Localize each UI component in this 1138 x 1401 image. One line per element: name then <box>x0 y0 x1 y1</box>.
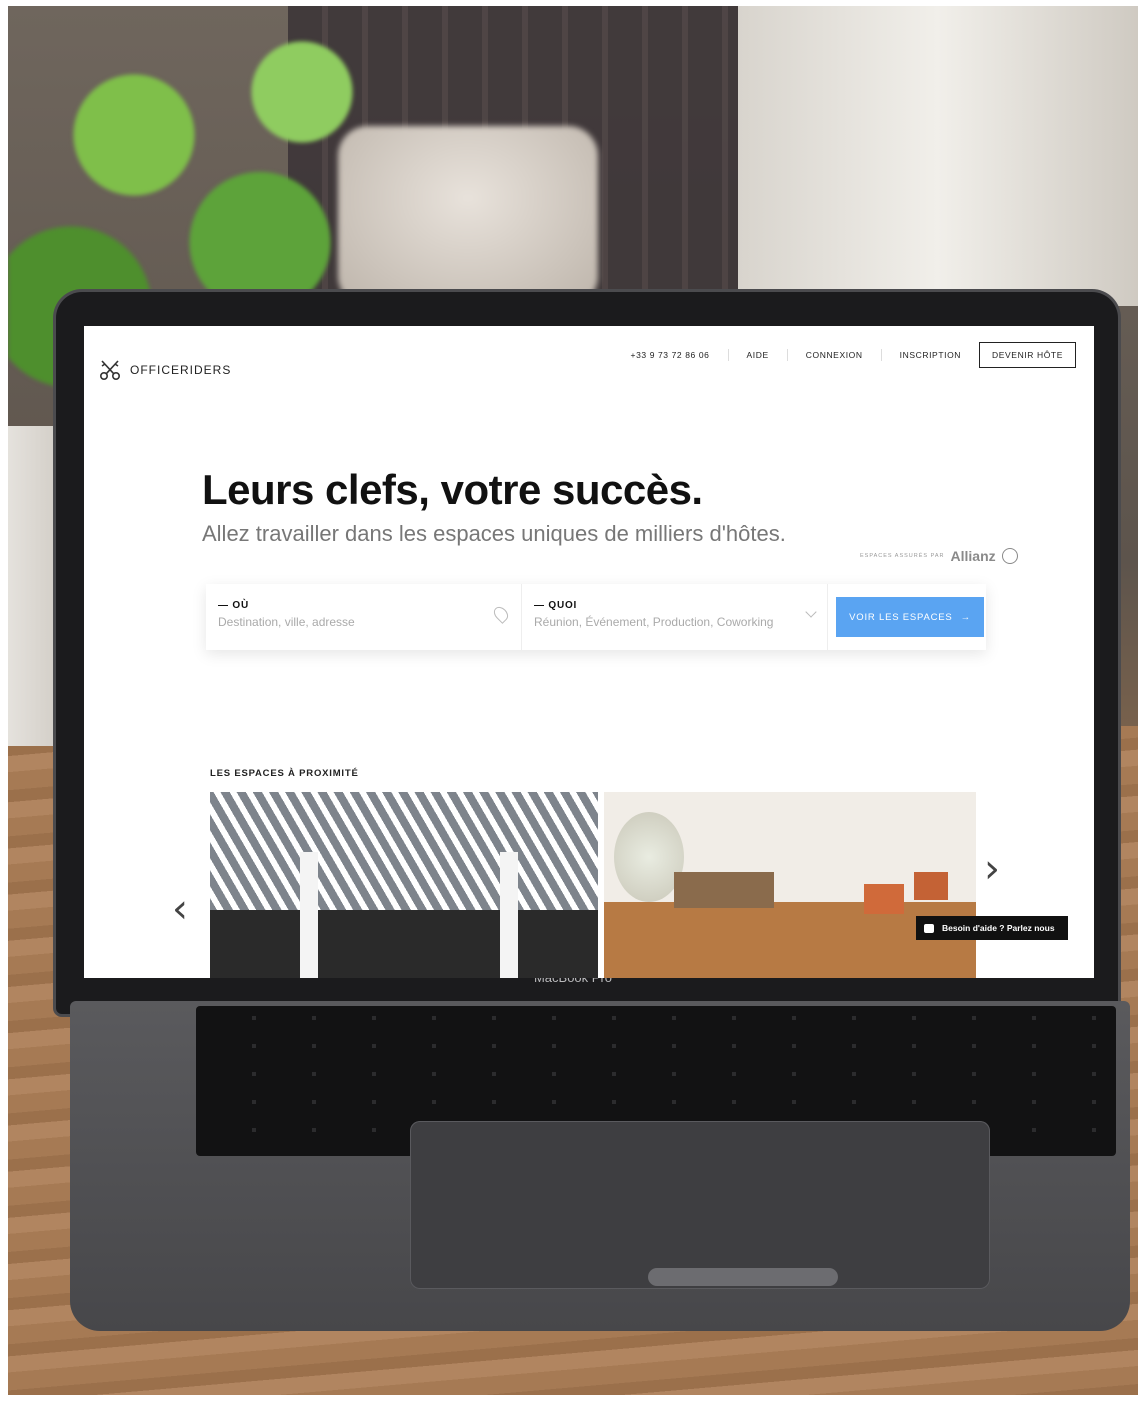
carousel-prev-button[interactable]: ‹ <box>172 886 188 932</box>
become-host-button[interactable]: DEVENIR HÔTE <box>979 342 1076 368</box>
nav-divider <box>786 349 788 361</box>
help-link[interactable]: AIDE <box>743 350 773 360</box>
search-bar: — OÙ Destination, ville, adresse — QUOI … <box>206 584 986 650</box>
what-label: — QUOI <box>534 600 578 611</box>
insurance-text: ESPACES ASSURÉS PAR <box>860 553 945 559</box>
space-card-loft[interactable] <box>210 792 598 978</box>
background-shelf <box>738 6 1138 306</box>
nav-links: +33 9 73 72 86 06 AIDE CONNEXION INSCRIP… <box>627 342 1076 368</box>
hero-title: Leurs clefs, votre succès. <box>202 466 703 513</box>
signup-link[interactable]: INSCRIPTION <box>896 350 965 360</box>
chat-bubble-icon <box>924 923 934 933</box>
hero-subtitle: Allez travailler dans les espaces unique… <box>202 521 786 546</box>
photo-frame: MacBook Pro OFFICERIDERS +33 9 73 72 86 … <box>8 6 1138 1395</box>
phone-link[interactable]: +33 9 73 72 86 06 <box>627 350 714 360</box>
insurance-badge: ESPACES ASSURÉS PAR Allianz <box>860 548 1018 564</box>
chat-help-button[interactable]: Besoin d'aide ? Parlez nous <box>916 916 1068 940</box>
nearby-title: LES ESPACES À PROXIMITÉ <box>210 768 359 779</box>
screen: OFFICERIDERS +33 9 73 72 86 06 AIDE CONN… <box>84 326 1094 978</box>
photo-sofa <box>674 872 774 908</box>
top-nav: OFFICERIDERS +33 9 73 72 86 06 AIDE CONN… <box>84 326 1094 396</box>
arrow-right-icon: → <box>960 611 971 623</box>
where-label: — OÙ <box>218 600 249 611</box>
logo[interactable]: OFFICERIDERS <box>98 358 231 382</box>
insurance-brand: Allianz <box>950 548 996 564</box>
photo-chair <box>914 872 948 900</box>
photo-chair <box>864 884 904 914</box>
carousel-next-button[interactable]: › <box>984 846 1000 892</box>
allianz-logo-icon <box>1001 548 1018 564</box>
search-button[interactable]: VOIR LES ESPACES → <box>836 597 984 637</box>
photo-pillar <box>500 852 518 978</box>
where-input[interactable]: Destination, ville, adresse <box>218 615 509 629</box>
what-select[interactable]: Réunion, Événement, Production, Coworkin… <box>534 615 815 629</box>
search-button-label: VOIR LES ESPACES <box>849 611 953 623</box>
laptop-lip <box>648 1268 838 1286</box>
trackpad <box>410 1121 990 1289</box>
nav-divider <box>880 349 882 361</box>
what-field[interactable]: — QUOI Réunion, Événement, Production, C… <box>522 584 828 650</box>
login-link[interactable]: CONNEXION <box>802 350 867 360</box>
where-field[interactable]: — OÙ Destination, ville, adresse <box>206 584 522 650</box>
chat-help-label: Besoin d'aide ? Parlez nous <box>942 923 1055 933</box>
nav-divider <box>727 349 729 361</box>
photo-pillar <box>300 852 318 978</box>
space-card-apartment[interactable] <box>604 792 976 978</box>
brand-name: OFFICERIDERS <box>130 363 232 377</box>
keys-crossed-icon <box>99 360 121 381</box>
